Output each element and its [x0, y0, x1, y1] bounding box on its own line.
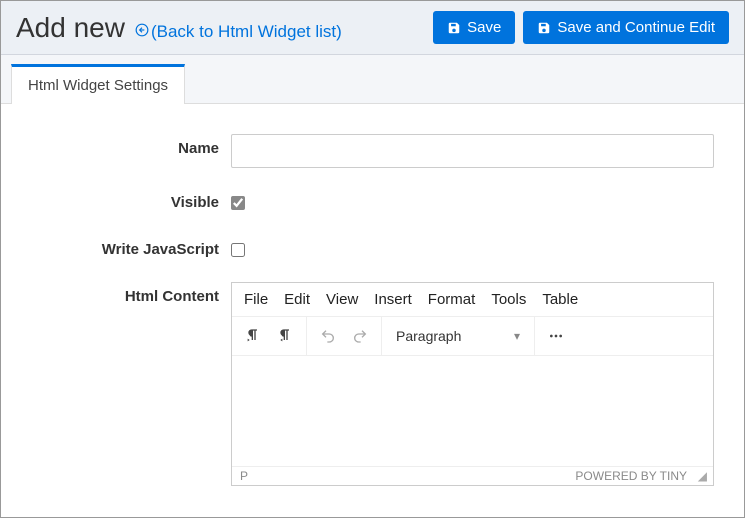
- visible-checkbox[interactable]: [231, 196, 245, 210]
- more-icon[interactable]: [541, 321, 571, 351]
- editor-body[interactable]: [232, 356, 713, 466]
- header-actions: Save Save and Continue Edit: [433, 11, 729, 44]
- save-icon: [447, 21, 461, 35]
- write-js-checkbox[interactable]: [231, 243, 245, 257]
- toolbar-more-group: [535, 317, 577, 355]
- menu-table[interactable]: Table: [542, 291, 578, 308]
- editor-toolbar: Paragraph ▾: [232, 316, 713, 356]
- save-icon: [537, 21, 551, 35]
- name-input[interactable]: [231, 134, 714, 168]
- editor-menu: File Edit View Insert Format Tools Table: [232, 283, 713, 316]
- rtl-icon[interactable]: [270, 321, 300, 351]
- row-html-content: Html Content File Edit View Insert Forma…: [31, 282, 714, 486]
- row-write-js: Write JavaScript: [31, 235, 714, 262]
- editor-status-bar: P POWERED BY TINY ◢: [232, 466, 713, 485]
- back-link-label: (Back to Html Widget list): [151, 22, 342, 42]
- menu-edit[interactable]: Edit: [284, 291, 310, 308]
- format-select[interactable]: Paragraph ▾: [388, 321, 528, 351]
- row-visible: Visible: [31, 188, 714, 215]
- ltr-icon[interactable]: [238, 321, 268, 351]
- menu-file[interactable]: File: [244, 291, 268, 308]
- toolbar-history-group: [307, 317, 382, 355]
- rich-text-editor: File Edit View Insert Format Tools Table: [231, 282, 714, 486]
- save-continue-button[interactable]: Save and Continue Edit: [523, 11, 729, 44]
- form: Name Visible Write JavaScript Html Conte…: [1, 104, 744, 516]
- undo-icon[interactable]: [313, 321, 343, 351]
- toolbar-direction-group: [232, 317, 307, 355]
- redo-icon[interactable]: [345, 321, 375, 351]
- chevron-down-icon: ▾: [514, 329, 520, 343]
- tabs: Html Widget Settings: [1, 55, 744, 104]
- header-left: Add new (Back to Html Widget list): [16, 12, 342, 44]
- name-label: Name: [31, 134, 231, 157]
- menu-tools[interactable]: Tools: [491, 291, 526, 308]
- editor-path[interactable]: P: [240, 469, 248, 483]
- back-link[interactable]: (Back to Html Widget list): [135, 22, 342, 42]
- tab-settings[interactable]: Html Widget Settings: [11, 64, 185, 104]
- arrow-left-circle-icon: [135, 23, 149, 41]
- resize-handle-icon[interactable]: ◢: [693, 469, 705, 483]
- write-js-label: Write JavaScript: [31, 235, 231, 258]
- visible-label: Visible: [31, 188, 231, 211]
- format-select-label: Paragraph: [396, 328, 461, 344]
- powered-by-label[interactable]: POWERED BY TINY: [575, 469, 687, 483]
- save-button-label: Save: [467, 19, 501, 36]
- menu-format[interactable]: Format: [428, 291, 476, 308]
- save-button[interactable]: Save: [433, 11, 515, 44]
- save-continue-button-label: Save and Continue Edit: [557, 19, 715, 36]
- page-title: Add new: [16, 12, 125, 44]
- toolbar-format-group: Paragraph ▾: [382, 317, 535, 355]
- menu-insert[interactable]: Insert: [374, 291, 412, 308]
- row-name: Name: [31, 134, 714, 168]
- page-header: Add new (Back to Html Widget list) Save …: [1, 1, 744, 55]
- html-content-label: Html Content: [31, 282, 231, 305]
- menu-view[interactable]: View: [326, 291, 358, 308]
